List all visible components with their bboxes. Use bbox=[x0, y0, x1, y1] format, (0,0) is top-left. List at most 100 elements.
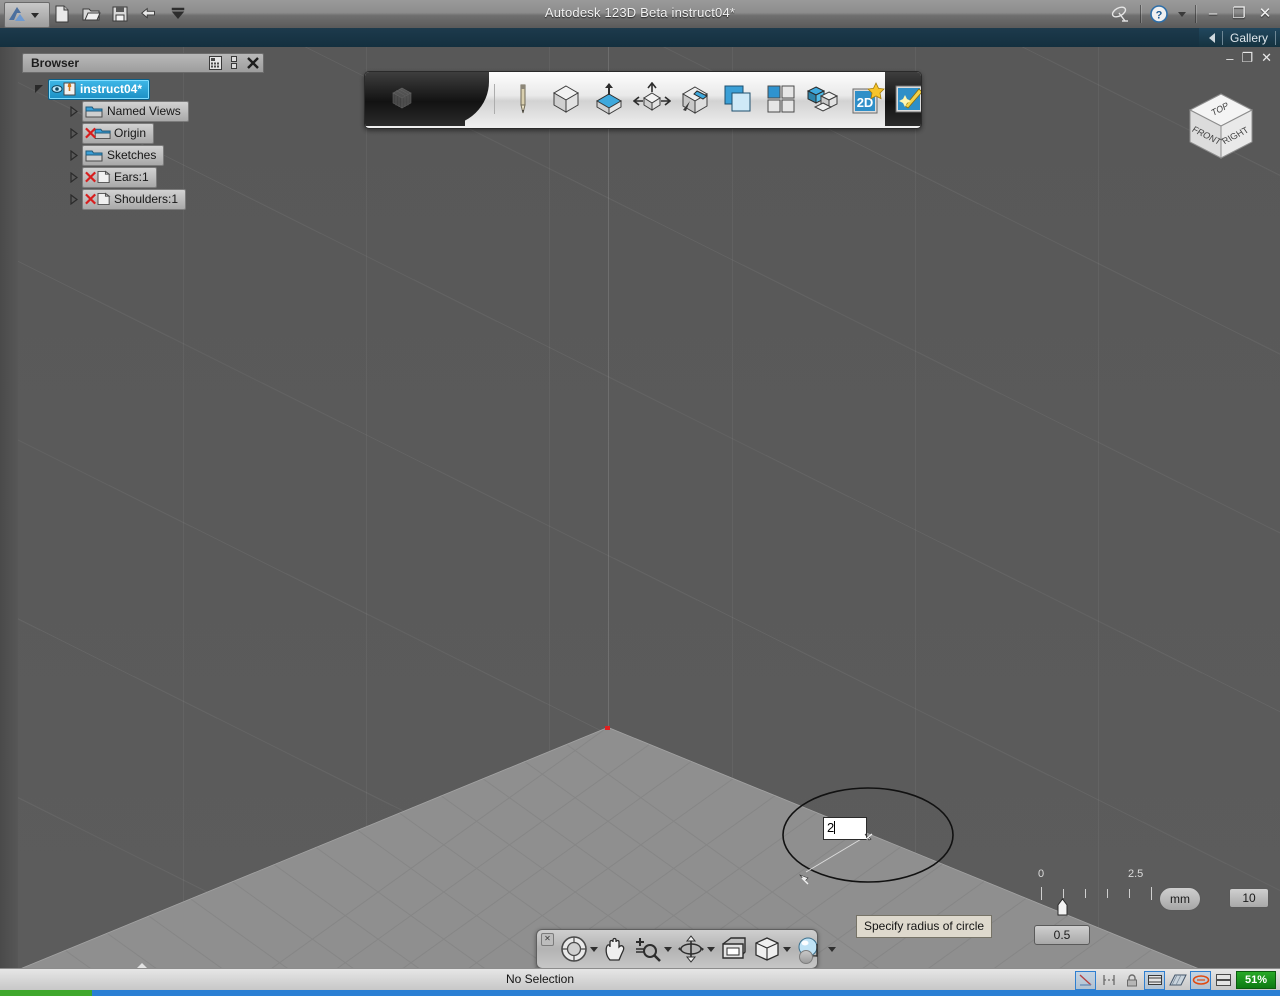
view-caret-icon[interactable] bbox=[783, 946, 791, 952]
zoom-level-value: 51 bbox=[1244, 974, 1258, 986]
ruler-max-box[interactable]: 10 bbox=[1229, 888, 1269, 908]
orbit-caret-icon[interactable] bbox=[707, 946, 715, 952]
mdi-restore-button[interactable]: ❐ bbox=[1241, 50, 1253, 66]
hidden-solid-body-icon bbox=[85, 170, 111, 184]
status-bar-icons: 51% bbox=[1075, 970, 1276, 990]
mdi-close-button[interactable]: ✕ bbox=[1261, 50, 1272, 66]
gallery-group[interactable]: Gallery bbox=[1198, 28, 1280, 47]
cube-blocks-icon bbox=[806, 86, 839, 112]
ruler-slider-handle[interactable] bbox=[1057, 898, 1068, 916]
main-toolbar: 2D bbox=[364, 71, 922, 129]
pattern-tool[interactable] bbox=[675, 79, 715, 119]
selection-status: No Selection bbox=[505, 972, 575, 986]
snap-angle-icon[interactable] bbox=[1075, 970, 1096, 990]
status-tooltip: Specify radius of circle bbox=[856, 915, 993, 938]
expand-arrow-icon[interactable] bbox=[68, 105, 79, 117]
combine-squares-icon bbox=[724, 85, 751, 112]
sketch-tool[interactable] bbox=[503, 79, 543, 119]
expand-arrow-icon[interactable] bbox=[34, 84, 45, 95]
title-bar-right: ? – ❐ ✕ bbox=[1110, 3, 1274, 25]
combine-tool[interactable] bbox=[718, 79, 758, 119]
bottom-progress-strip bbox=[0, 990, 1280, 996]
primitives-tool[interactable] bbox=[546, 79, 586, 119]
title-separator-2 bbox=[1195, 5, 1196, 23]
units-selector[interactable]: mm bbox=[1159, 887, 1201, 911]
drawing-2d-tool[interactable]: 2D bbox=[847, 79, 887, 119]
window-close-button[interactable]: ✕ bbox=[1256, 4, 1274, 24]
four-squares-icon bbox=[767, 85, 795, 113]
navbar-items bbox=[559, 930, 839, 968]
browser-title: Browser bbox=[31, 56, 80, 70]
split-view-icon[interactable] bbox=[1213, 971, 1234, 990]
tree-node-ears[interactable]: Ears:1 bbox=[22, 166, 264, 188]
tree-item-origin[interactable]: Origin bbox=[82, 122, 155, 144]
3d-viewport[interactable]: 2D TOP FRONT RIGHT 2 Specify radius of c… bbox=[0, 47, 1280, 968]
help-icon[interactable]: ? bbox=[1149, 4, 1169, 24]
browser-header-buttons bbox=[207, 55, 261, 71]
tree-node-shoulders[interactable]: Shoulders:1 bbox=[22, 188, 264, 210]
pan-tool[interactable] bbox=[602, 932, 630, 966]
mdi-minimize-button[interactable]: – bbox=[1226, 51, 1233, 66]
grid-snap-icon[interactable] bbox=[1144, 970, 1165, 990]
cube-cluster-logo-icon bbox=[392, 87, 412, 109]
zoom-icon bbox=[636, 938, 661, 962]
assemble-tool[interactable] bbox=[804, 79, 844, 119]
mdi-window-controls: – ❐ ✕ bbox=[1226, 50, 1272, 66]
view-cube[interactable]: TOP FRONT RIGHT bbox=[1180, 88, 1262, 170]
expand-arrow-icon[interactable] bbox=[68, 149, 79, 161]
display-caret-icon[interactable] bbox=[828, 946, 836, 952]
tree-item-instruct04[interactable]: instruct04* bbox=[48, 78, 151, 100]
origin-point bbox=[605, 726, 610, 730]
expand-arrow-icon[interactable] bbox=[68, 127, 79, 139]
expand-arrow-icon[interactable] bbox=[68, 193, 79, 205]
bottom-progress-fill bbox=[0, 990, 92, 996]
workplane-icon[interactable] bbox=[1167, 971, 1188, 990]
browser-list-view-icon[interactable] bbox=[207, 55, 223, 71]
toolbar-separator bbox=[494, 84, 495, 114]
steering-wheel-caret-icon[interactable] bbox=[590, 946, 598, 952]
help-chevron-down-icon[interactable] bbox=[1177, 9, 1187, 19]
tree-node-root[interactable]: instruct04* bbox=[22, 78, 264, 100]
tree-node-named-views[interactable]: Named Views bbox=[22, 100, 264, 122]
grid-tool[interactable] bbox=[761, 79, 801, 119]
folder-icon bbox=[85, 150, 103, 162]
lock-icon[interactable] bbox=[1121, 971, 1142, 990]
orbit-ring-icon[interactable] bbox=[1190, 970, 1211, 990]
satellite-dish-icon[interactable] bbox=[1110, 4, 1132, 24]
gallery-label[interactable]: Gallery bbox=[1230, 31, 1268, 45]
zoom-level-suffix: % bbox=[1257, 974, 1268, 986]
modify-tool[interactable] bbox=[632, 79, 672, 119]
steering-wheel-tool[interactable] bbox=[559, 932, 601, 966]
look-tool[interactable] bbox=[719, 932, 751, 966]
expand-arrow-icon[interactable] bbox=[68, 171, 79, 183]
tree-item-sketches[interactable]: Sketches bbox=[82, 144, 165, 166]
zoom-level-indicator[interactable]: 51% bbox=[1236, 971, 1276, 989]
browser-panel: Browser instruct04* Named Views Origin S… bbox=[22, 53, 264, 223]
window-maximize-button[interactable]: ❐ bbox=[1230, 4, 1248, 24]
effects-tool[interactable] bbox=[890, 79, 921, 119]
construct-tool[interactable] bbox=[589, 79, 629, 119]
zoom-caret-icon[interactable] bbox=[664, 946, 672, 952]
ruler-value-box[interactable]: 0.5 bbox=[1034, 925, 1090, 945]
ruler-tick bbox=[1085, 889, 1086, 898]
ruler-min-label: 0 bbox=[1038, 868, 1045, 880]
measure-icon[interactable] bbox=[1098, 971, 1119, 990]
window-minimize-button[interactable]: – bbox=[1204, 4, 1222, 24]
browser-close-icon[interactable] bbox=[245, 55, 261, 71]
view-tool[interactable] bbox=[752, 932, 794, 966]
gallery-collapse-arrow-icon[interactable] bbox=[1208, 32, 1215, 43]
radius-input[interactable]: 2 bbox=[823, 817, 867, 840]
tree-node-sketches[interactable]: Sketches bbox=[22, 144, 264, 166]
tree-item-ears[interactable]: Ears:1 bbox=[82, 166, 157, 188]
browser-dock-icon[interactable] bbox=[226, 55, 242, 71]
navbar-grip[interactable] bbox=[799, 950, 813, 964]
zoom-tool[interactable] bbox=[631, 932, 675, 966]
tree-node-origin[interactable]: Origin bbox=[22, 122, 264, 144]
pencil-icon bbox=[520, 84, 526, 114]
orbit-tool[interactable] bbox=[676, 932, 718, 966]
gallery-divider-2 bbox=[1275, 30, 1276, 45]
navbar-close-button[interactable]: ✕ bbox=[541, 933, 554, 946]
view-cube-icon bbox=[755, 937, 779, 961]
tree-item-shoulders[interactable]: Shoulders:1 bbox=[82, 188, 187, 210]
tree-item-named-views[interactable]: Named Views bbox=[82, 100, 189, 122]
